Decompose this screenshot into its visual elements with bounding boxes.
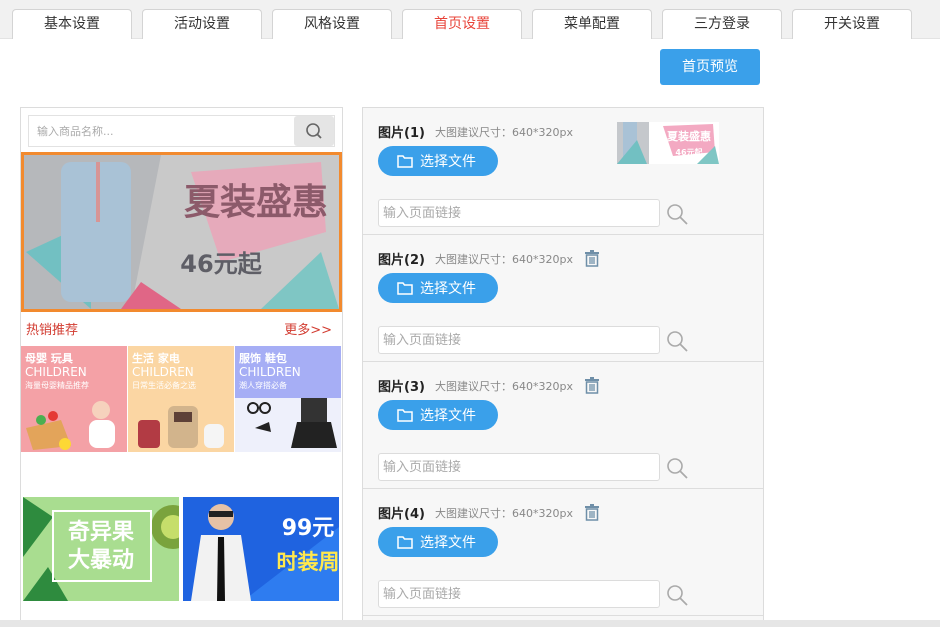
tab-home-settings[interactable]: 首页设置 [402, 9, 522, 39]
choose-file-label: 选择文件 [420, 408, 476, 424]
promo-kiwi-line1: 奇异果 [68, 519, 134, 545]
category-card[interactable]: 生活 家电 CHILDREN 日常生活必备之选 [128, 346, 234, 452]
search-icon[interactable] [665, 456, 689, 480]
product-search-box [28, 115, 335, 147]
page-link-input[interactable] [378, 453, 660, 481]
choose-file-button[interactable]: 选择文件 [378, 146, 498, 176]
tab-third-party-login[interactable]: 三方登录 [662, 9, 782, 39]
tab-activity-settings[interactable]: 活动设置 [142, 9, 262, 39]
banner-subtitle: 46元起 [180, 250, 262, 278]
trash-icon[interactable] [584, 377, 600, 394]
category-subtitle: CHILDREN [25, 365, 87, 379]
search-icon[interactable] [665, 202, 689, 226]
choose-file-button[interactable]: 选择文件 [378, 273, 498, 303]
slot-size-hint: 大图建议尺寸：640*320px [435, 507, 573, 520]
category-subtitle: CHILDREN [132, 365, 194, 379]
search-icon[interactable] [665, 583, 689, 607]
category-title: 母婴 玩具 [25, 352, 73, 365]
slot-thumbnail[interactable]: 夏装盛惠 46元起 [617, 122, 719, 164]
top-tab-bar: 基本设置 活动设置 风格设置 首页设置 菜单配置 三方登录 开关设置 [0, 0, 940, 39]
page-link-input[interactable] [378, 580, 660, 608]
category-title: 生活 家电 [132, 352, 180, 365]
trash-icon[interactable] [584, 250, 600, 267]
tab-basic-settings[interactable]: 基本设置 [12, 9, 132, 39]
category-desc: 日常生活必备之选 [132, 381, 196, 390]
slot-title: 图片(4) [378, 507, 425, 522]
category-desc: 潮人穿搭必备 [239, 381, 287, 390]
promo-fashion-line1: 99元 [282, 516, 335, 541]
category-card[interactable]: 服饰 鞋包 CHILDREN 潮人穿搭必备 [235, 346, 341, 452]
tab-style-settings[interactable]: 风格设置 [272, 9, 392, 39]
choose-file-label: 选择文件 [420, 535, 476, 551]
product-search-input[interactable] [29, 116, 293, 146]
category-desc: 海量母婴精品推荐 [25, 381, 89, 390]
category-card[interactable]: 母婴 玩具 CHILDREN 海量母婴精品推荐 [21, 346, 127, 452]
folder-icon [397, 155, 413, 168]
more-link[interactable]: 更多>> [284, 319, 332, 338]
slot-title: 图片(2) [378, 253, 425, 268]
slot-title: 图片(3) [378, 380, 425, 395]
image-slot-4: 图片(4) 大图建议尺寸：640*320px 选择文件 [363, 489, 763, 616]
slot-size-hint: 大图建议尺寸：640*320px [435, 253, 573, 266]
phone-preview: 夏装盛惠 46元起 热销推荐 更多>> 母婴 玩具 CHILDREN 海量母婴精… [20, 107, 343, 627]
promo-kiwi[interactable]: 奇异果 大暴动 [23, 497, 179, 601]
search-icon[interactable] [665, 329, 689, 353]
slot-size-hint: 大图建议尺寸：640*320px [435, 126, 573, 139]
page-link-input[interactable] [378, 326, 660, 354]
slot-size-hint: 大图建议尺寸：640*320px [435, 380, 573, 393]
page-link-input[interactable] [378, 199, 660, 227]
promo-fashion-line2: 时装周 [277, 550, 340, 574]
appliances-image [138, 406, 224, 448]
banner-title: 夏装盛惠 [184, 182, 328, 223]
folder-icon [397, 409, 413, 422]
promo-kiwi-line2: 大暴动 [68, 548, 134, 573]
banner-settings-panel: 图片(1) 大图建议尺寸：640*320px 夏装盛惠 46元起 选择文件 输入… [362, 107, 764, 627]
search-button[interactable] [294, 116, 334, 146]
horizontal-scrollbar[interactable] [0, 620, 940, 627]
hot-recommend-label: 热销推荐 [26, 323, 79, 338]
fashion-image [235, 398, 341, 452]
tab-menu-config[interactable]: 菜单配置 [532, 9, 652, 39]
image-slot-1: 图片(1) 大图建议尺寸：640*320px 夏装盛惠 46元起 选择文件 [363, 108, 763, 235]
thumb-title: 夏装盛惠 [667, 129, 711, 143]
tab-switch-settings[interactable]: 开关设置 [792, 9, 912, 39]
promo-fashion-week[interactable]: 99元 时装周 [183, 497, 339, 601]
toys-image [26, 401, 115, 450]
category-subtitle: CHILDREN [239, 365, 301, 379]
choose-file-button[interactable]: 选择文件 [378, 527, 498, 557]
trash-icon[interactable] [584, 504, 600, 521]
folder-icon [397, 282, 413, 295]
folder-icon [397, 536, 413, 549]
thumb-subtitle: 46元起 [675, 147, 703, 157]
category-title: 服饰 鞋包 [239, 352, 287, 365]
search-icon [306, 123, 322, 139]
choose-file-label: 选择文件 [420, 154, 476, 170]
home-banner[interactable]: 夏装盛惠 46元起 [21, 152, 342, 312]
image-slot-3: 图片(3) 大图建议尺寸：640*320px 选择文件 [363, 362, 763, 489]
image-slot-2: 图片(2) 大图建议尺寸：640*320px 选择文件 [363, 235, 763, 362]
slot-title: 图片(1) [378, 126, 425, 141]
choose-file-label: 选择文件 [420, 281, 476, 297]
home-preview-button[interactable]: 首页预览 [660, 49, 760, 85]
choose-file-button[interactable]: 选择文件 [378, 400, 498, 430]
